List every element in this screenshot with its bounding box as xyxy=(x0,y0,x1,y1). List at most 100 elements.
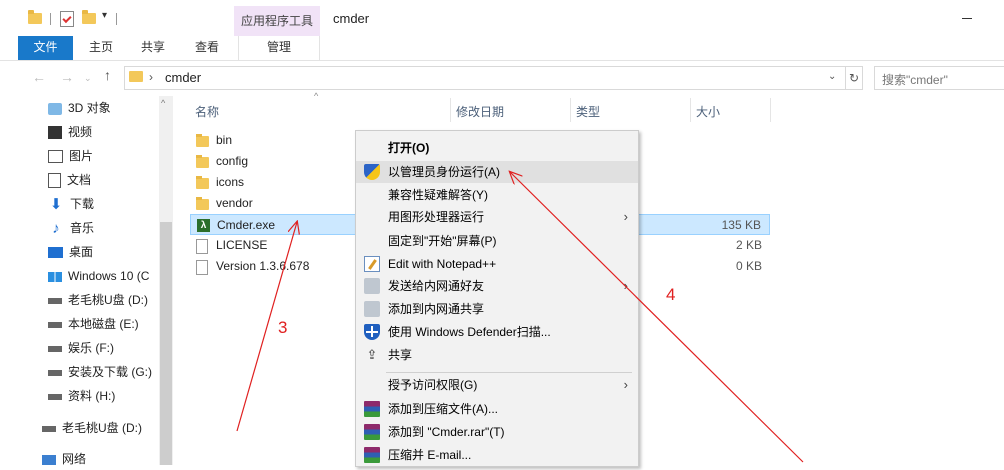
column-divider[interactable] xyxy=(450,98,451,122)
menu-item-label: Edit with Notepad++ xyxy=(388,257,497,271)
menu-item-open[interactable]: 打开(O) xyxy=(356,137,638,159)
music-icon: ♪ xyxy=(52,219,60,237)
menu-item-label: 发送给内网通好友 xyxy=(388,279,485,293)
file-name: Version 1.3.6.678 xyxy=(216,259,310,273)
sidebar-item-desktop[interactable]: 桌面 xyxy=(48,241,93,263)
menu-item-grant-access[interactable]: 授予访问权限(G) › xyxy=(356,374,638,396)
sidebar-item-network[interactable]: 网络 xyxy=(42,448,86,470)
sidebar-item-documents[interactable]: 文档 xyxy=(48,169,91,191)
submenu-arrow-icon: › xyxy=(623,377,628,392)
column-divider[interactable] xyxy=(570,98,571,122)
menu-item-run-as-admin[interactable]: 以管理员身份运行(A) xyxy=(356,161,638,183)
folder-icon xyxy=(196,155,209,168)
sidebar-item-label: 文档 xyxy=(67,173,92,187)
file-name: icons xyxy=(216,175,245,189)
menu-item-label: 共享 xyxy=(388,348,413,362)
sidebar-item-video[interactable]: 视频 xyxy=(48,121,92,143)
menu-item-label: 授予访问权限(G) xyxy=(388,378,478,392)
breadcrumb-cmder[interactable]: cmder xyxy=(165,70,201,85)
minimize-button[interactable] xyxy=(962,18,972,19)
properties-icon[interactable] xyxy=(60,11,74,27)
sidebar-item-usb-d[interactable]: 老毛桃U盘 (D:) xyxy=(42,417,142,439)
tab-share[interactable]: 共享 xyxy=(132,36,174,60)
sidebar-item-downloads[interactable]: ⬇ 下载 xyxy=(48,193,94,215)
file-size: 135 KB xyxy=(721,218,761,232)
annotation-label-4: 4 xyxy=(666,285,676,304)
back-button[interactable]: ← xyxy=(32,69,46,85)
menu-item-label: 以管理员身份运行(A) xyxy=(388,165,500,179)
sidebar-item-drive-h[interactable]: 资料 (H:) xyxy=(48,385,115,407)
sidebar-item-label: 3D 对象 xyxy=(68,101,111,115)
column-divider[interactable] xyxy=(770,98,771,122)
menu-item-label: 用图形处理器运行 xyxy=(388,210,485,224)
sidebar-item-3d-objects[interactable]: 3D 对象 xyxy=(48,97,111,119)
sidebar-item-label: 娱乐 (F:) xyxy=(68,341,114,355)
column-header-type[interactable]: 类型 xyxy=(576,103,600,120)
quick-access-separator xyxy=(116,13,117,25)
menu-item-compress-email[interactable]: 压缩并 E-mail... xyxy=(356,444,638,466)
folder-icon xyxy=(196,134,209,147)
sidebar-item-label: 图片 xyxy=(69,149,94,163)
file-name: config xyxy=(216,154,249,168)
quick-access-dropdown-icon[interactable]: ▾ xyxy=(102,10,107,21)
menu-item-share[interactable]: ⇪ 共享 xyxy=(356,344,638,366)
sidebar-item-music[interactable]: ♪ 音乐 xyxy=(48,217,94,239)
address-bar[interactable] xyxy=(124,66,846,90)
winrar-icon xyxy=(364,447,380,463)
menu-item-compatibility[interactable]: 兼容性疑难解答(Y) xyxy=(356,184,638,206)
usb-drive-icon xyxy=(42,425,56,432)
video-icon xyxy=(48,126,62,140)
up-button[interactable]: ↑ xyxy=(104,67,111,83)
sidebar-item-drive-e[interactable]: 本地磁盘 (E:) xyxy=(48,313,139,335)
forward-button[interactable]: → xyxy=(60,69,74,85)
tab-manage[interactable]: 管理 xyxy=(238,36,320,60)
tab-file[interactable]: 文件 xyxy=(18,36,73,60)
sidebar-item-drive-f[interactable]: 娱乐 (F:) xyxy=(48,337,114,359)
column-header-date[interactable]: 修改日期 xyxy=(456,103,504,120)
file-name: vendor xyxy=(216,196,253,210)
intranet-send-icon xyxy=(364,278,380,294)
column-header-name[interactable]: 名称 xyxy=(195,103,219,120)
drive-icon xyxy=(48,345,62,352)
tab-home[interactable]: 主页 xyxy=(80,36,122,60)
quick-access-folder-icon[interactable] xyxy=(28,10,42,24)
sort-ascending-icon: ^ xyxy=(314,91,319,101)
breadcrumb-chevron-icon[interactable]: › xyxy=(149,70,153,84)
annotation-label-3: 3 xyxy=(278,318,288,337)
folder-icon xyxy=(196,176,209,189)
column-header-size[interactable]: 大小 xyxy=(696,103,720,120)
menu-item-pin-to-start[interactable]: 固定到"开始"屏幕(P) xyxy=(356,230,638,252)
sidebar-item-label: 视频 xyxy=(68,125,93,139)
sidebar-item-pictures[interactable]: 图片 xyxy=(48,145,93,167)
scroll-up-icon[interactable]: ^ xyxy=(161,98,165,108)
submenu-arrow-icon: › xyxy=(623,278,628,293)
pictures-icon xyxy=(48,150,63,164)
column-divider[interactable] xyxy=(690,98,691,122)
menu-item-add-to-cmder-rar[interactable]: 添加到 "Cmder.rar"(T) xyxy=(356,421,638,443)
menu-item-add-to-archive[interactable]: 添加到压缩文件(A)... xyxy=(356,398,638,420)
menu-item-run-with-gpu[interactable]: 用图形处理器运行 › xyxy=(356,206,638,228)
menu-item-defender-scan[interactable]: 使用 Windows Defender扫描... xyxy=(356,321,638,343)
usb-drive-icon xyxy=(48,297,62,304)
quick-access-separator xyxy=(50,13,51,25)
3d-objects-icon xyxy=(48,102,62,115)
menu-item-label: 兼容性疑难解答(Y) xyxy=(388,188,488,202)
file-size: 2 KB xyxy=(735,238,762,252)
sidebar-item-drive-g[interactable]: 安装及下载 (G:) xyxy=(48,361,152,383)
sidebar-item-drive-c[interactable]: Windows 10 (C xyxy=(48,265,149,287)
sidebar-item-label: 安装及下载 (G:) xyxy=(68,365,152,379)
file-name: LICENSE xyxy=(216,238,268,252)
notepad-plus-icon xyxy=(364,256,380,272)
sidebar-item-drive-d[interactable]: 老毛桃U盘 (D:) xyxy=(48,289,148,311)
sidebar-item-label: 本地磁盘 (E:) xyxy=(68,317,139,331)
menu-separator xyxy=(386,372,632,373)
menu-item-intranet-share[interactable]: 添加到内网通共享 xyxy=(356,298,638,320)
refresh-button[interactable]: ↻ xyxy=(846,66,863,90)
sidebar-scroll-thumb[interactable] xyxy=(160,222,172,465)
menu-item-send-intranet[interactable]: 发送给内网通好友 › xyxy=(356,275,638,297)
menu-item-notepad-plus[interactable]: Edit with Notepad++ xyxy=(356,253,638,275)
address-dropdown-icon[interactable]: ⌄ xyxy=(828,71,836,82)
tab-view[interactable]: 查看 xyxy=(186,36,228,60)
new-folder-icon[interactable] xyxy=(82,10,96,24)
recent-locations-icon[interactable]: ⌄ xyxy=(84,73,92,84)
